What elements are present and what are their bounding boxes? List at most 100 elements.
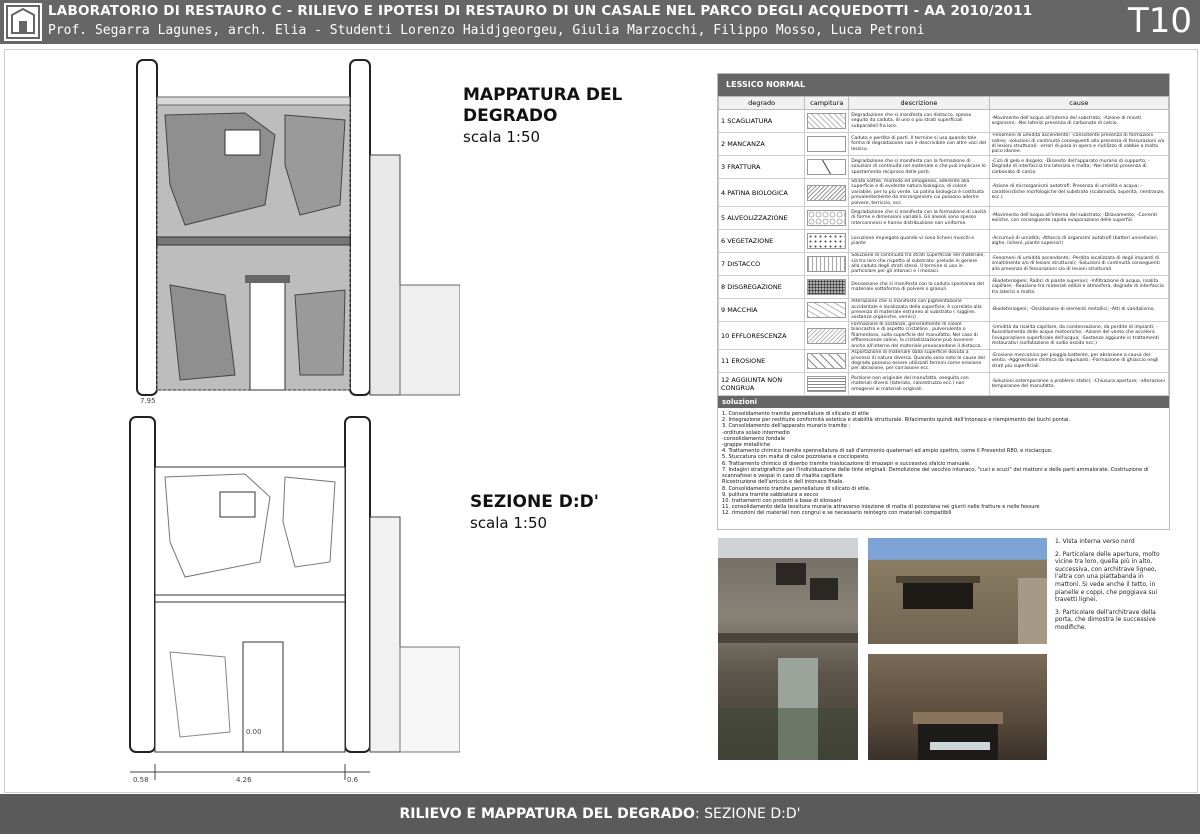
campitura-swatch <box>804 109 850 133</box>
degrado-name: 3 FRATTURA <box>717 155 806 179</box>
degrado-name: 10 EFFLORESCENZA <box>717 321 806 351</box>
degrado-desc: Locuzione impiegata quando vi sono liche… <box>848 229 990 254</box>
solution-item: 12. rimozioni dei materiali non congrui … <box>722 510 952 517</box>
degrado-desc: Caduta e perdita di parti. Il termine si… <box>848 132 990 156</box>
photo-interior-north <box>718 538 858 760</box>
campitura-swatch <box>804 229 850 254</box>
degrado-desc: Degradazione che si manifesta con distac… <box>848 109 990 133</box>
degrado-cause: -Cicli di gelo e disgelo; -Dissesto dell… <box>988 155 1170 179</box>
degrado-cause: -Movimento dell'acqua all'interno del su… <box>988 109 1170 133</box>
degrado-desc: Soluzione di continuità tra strati super… <box>848 252 990 277</box>
degrado-desc: Alterazione che si manifesta con pigment… <box>848 298 990 323</box>
campitura-swatch <box>804 321 850 351</box>
lessico-table: degrado campitura descrizione cause 1 SC… <box>717 96 1170 397</box>
dim-d1: 0.58 <box>133 776 149 784</box>
degrado-cause: -Biodeteriogeni; Radici di piante superi… <box>988 275 1170 300</box>
sezione-title-block: SEZIONE D:D' scala 1:50 <box>470 492 670 533</box>
degrado-cause: -Azione di microrganismi autotrofi; Pres… <box>988 177 1170 208</box>
degrado-desc: Decoesione che si manifesta con la cadut… <box>848 275 990 300</box>
level-top: 7.95 <box>140 397 156 405</box>
campitura-swatch <box>804 349 850 374</box>
table-row: 11 EROSIONE Asportazione di materiale dal… <box>717 349 1170 374</box>
campitura-swatch <box>804 275 850 300</box>
level-base: 0.00 <box>246 728 262 736</box>
table-row: 7 DISTACCO Soluzione di continuità tra st… <box>717 252 1170 277</box>
table-row: 1 SCAGLIATURA Degradazione che si manifes… <box>717 109 1170 133</box>
degrado-cause: -Fenomeni di umidità ascendente; -consis… <box>988 132 1170 156</box>
dim-d3: 0.6 <box>347 776 359 784</box>
table-row: 12 AGGIUNTA NON CONGRUA Porzione non orig… <box>717 372 1170 397</box>
note-item: 1. Vista interna verso nord <box>1055 538 1135 545</box>
footer-title: RILIEVO E MAPPATURA DEL DEGRADO <box>399 806 695 822</box>
table-row: 5 ALVEOLIZZAZIONE Degradazione che si man… <box>717 206 1170 231</box>
solutions-title: soluzioni <box>718 396 1169 409</box>
col-degrado: degrado <box>717 96 806 110</box>
table-row: 8 DISGREGAZIONE Decoesione che si manifes… <box>717 275 1170 300</box>
degrado-desc: Asportazione di materiale dalla superfic… <box>848 349 990 374</box>
header-subtitle: Prof. Segarra Lagunes, arch. Elia - Stud… <box>48 23 925 38</box>
table-row: 6 VEGETAZIONE Locuzione impiegata quando … <box>717 229 1170 254</box>
degrado-name: 5 ALVEOLIZZAZIONE <box>717 206 806 231</box>
degrado-name: 2 MANCANZA <box>717 132 806 156</box>
footer-bar: RILIEVO E MAPPATURA DEL DEGRADO: SEZIONE… <box>0 794 1200 834</box>
col-cause: cause <box>988 96 1170 110</box>
degrado-cause: -Umidità da risalita capillare, da conde… <box>988 321 1170 351</box>
lessico-title: LESSICO NORMAL <box>718 74 1169 96</box>
mappatura-scale: scala 1:50 <box>463 128 541 146</box>
degrado-name: 11 EROSIONE <box>717 349 806 374</box>
university-logo <box>4 3 42 41</box>
note-item: 2. Particolare delle aperture, molto vic… <box>1055 550 1160 604</box>
degrado-desc: Degradazione che si manifesta con la for… <box>848 206 990 231</box>
sezione-title: SEZIONE D:D' <box>470 492 599 512</box>
degrado-name: 6 VEGETAZIONE <box>717 229 806 254</box>
header-title: LABORATORIO DI RESTAURO C - RILIEVO E IP… <box>48 3 1033 19</box>
degrado-name: 4 PATINA BIOLOGICA <box>717 177 806 208</box>
degrado-desc: Formazione di sostanze, generalmente di … <box>848 321 990 351</box>
col-descrizione: descrizione <box>848 96 990 110</box>
campitura-swatch <box>804 206 850 231</box>
degrado-desc: Porzione non originale del manufatto, es… <box>848 372 990 397</box>
degrado-cause: -Soluzioni estemporanee a problemi stati… <box>988 372 1170 397</box>
note-item: 3. Particolare dell'architrave della por… <box>1055 608 1156 631</box>
sezione-scale: scala 1:50 <box>470 514 548 532</box>
degrado-cause: -Biodeteriogeni; -Ossidazione di element… <box>988 298 1170 323</box>
col-campitura: campitura <box>804 96 850 110</box>
campitura-swatch <box>804 177 850 208</box>
dim-d2: 4.26 <box>236 776 252 784</box>
mappatura-title: MAPPATURA DEL DEGRADO <box>463 85 623 126</box>
campitura-swatch <box>804 372 850 397</box>
table-row: 3 FRATTURA Degradazione che si manifesta … <box>717 155 1170 179</box>
degrado-cause: -Fenomeni di umidità ascendente; -Perdit… <box>988 252 1170 277</box>
degrado-name: 8 DISGREGAZIONE <box>717 275 806 300</box>
mappatura-drawing <box>136 59 460 396</box>
campitura-swatch <box>804 155 850 179</box>
table-row: 10 EFFLORESCENZA Formazione di sostanze, … <box>717 321 1170 351</box>
lessico-header-row: degrado campitura descrizione cause <box>717 96 1170 110</box>
campitura-swatch <box>804 132 850 156</box>
table-row: 2 MANCANZA Caduta e perdita di parti. Il … <box>717 132 1170 156</box>
table-row: 9 MACCHIA Alterazione che si manifesta co… <box>717 298 1170 323</box>
degrado-cause: -Erosione meccanica per pioggia battente… <box>988 349 1170 374</box>
degrado-name: 9 MACCHIA <box>717 298 806 323</box>
campitura-swatch <box>804 252 850 277</box>
solutions-list: 1. Consolidamento tramite pennellature d… <box>718 408 1169 519</box>
photo-openings-detail <box>868 538 1047 644</box>
sheet-code: T10 <box>1127 1 1192 41</box>
sezione-drawing <box>129 416 460 780</box>
degrado-cause: -Movimento dell'acqua all'interno del su… <box>988 206 1170 231</box>
header-bar: LABORATORIO DI RESTAURO C - RILIEVO E IP… <box>0 0 1200 44</box>
lessico-panel: LESSICO NORMAL degrado campitura descriz… <box>717 73 1170 530</box>
degrado-name: 12 AGGIUNTA NON CONGRUA <box>717 372 806 397</box>
degrado-name: 1 SCAGLIATURA <box>717 109 806 133</box>
campitura-swatch <box>804 298 850 323</box>
degrado-name: 7 DISTACCO <box>717 252 806 277</box>
table-row: 4 PATINA BIOLOGICA Strato sottile, morbid… <box>717 177 1170 208</box>
photo-notes: 1. Vista interna verso nord 2. Particola… <box>1055 538 1167 637</box>
footer-subtitle: : SEZIONE D:D' <box>694 806 801 822</box>
degrado-desc: Strato sottile, morbido ed omogeneo, ade… <box>848 177 990 208</box>
mappatura-title-block: MAPPATURA DEL DEGRADO scala 1:50 <box>463 85 663 147</box>
degrado-desc: Degradazione che si manifesta con la for… <box>848 155 990 179</box>
solution-item: 7. Indagini stratigrafiche per l'individ… <box>722 466 1149 480</box>
degrado-cause: -Accumuli di umidità; -Attacco di organi… <box>988 229 1170 254</box>
photo-door-lintel <box>868 654 1047 760</box>
